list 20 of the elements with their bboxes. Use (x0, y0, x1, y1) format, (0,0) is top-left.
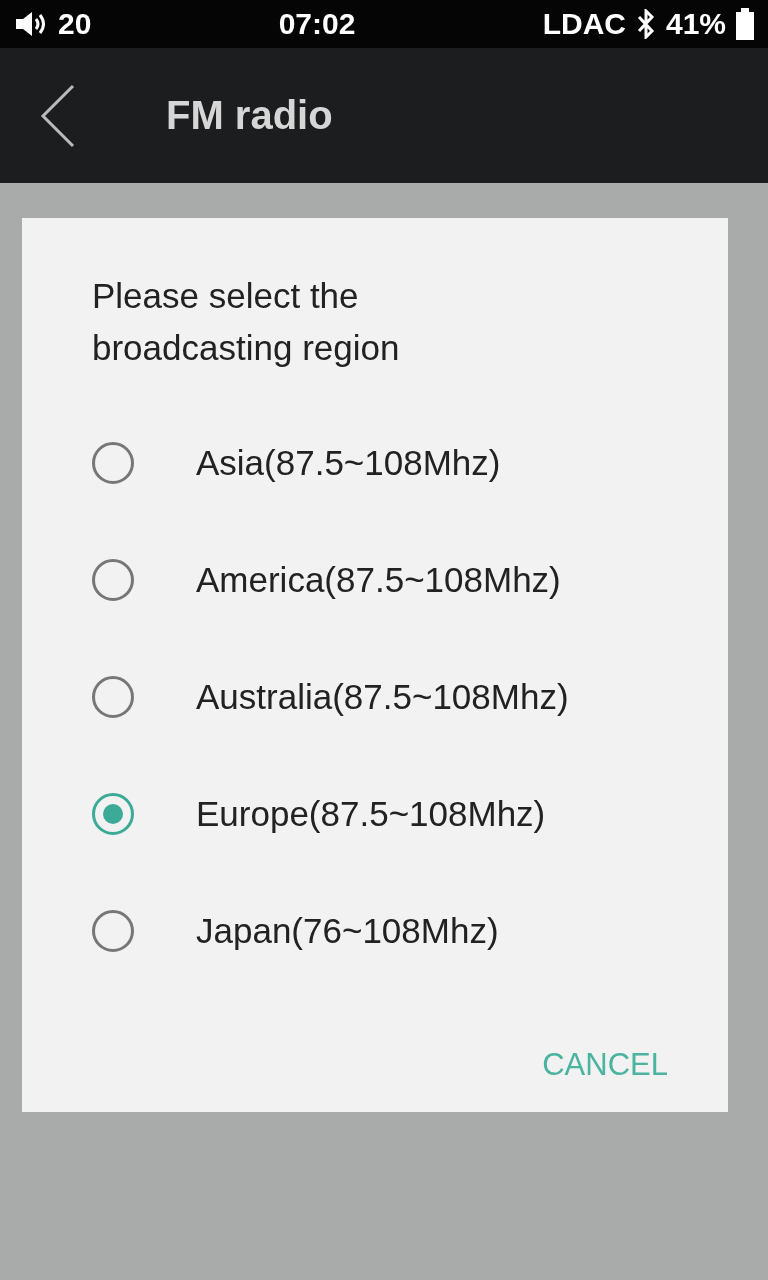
dialog-title: Please select the broadcasting region (92, 275, 401, 369)
battery-percent: 41% (665, 7, 726, 41)
region-option[interactable]: Europe(87.5~108Mhz) (196, 791, 658, 836)
radio-button[interactable] (92, 441, 134, 484)
region-option[interactable]: America(87.5~108Mhz) (196, 557, 658, 602)
app-title: FM radio (166, 93, 333, 138)
radio-button[interactable] (92, 558, 134, 601)
speaker-icon (14, 10, 48, 38)
region-option[interactable]: Australia(87.5~108Mhz) (196, 674, 658, 719)
radio-button[interactable] (92, 675, 134, 718)
clock: 07:02 (278, 7, 356, 41)
region-option[interactable]: Japan(76~108Mhz) (196, 908, 658, 953)
codec-label: LDAC (542, 7, 626, 41)
region-option[interactable]: Asia(87.5~108Mhz) (196, 440, 658, 485)
battery-icon (736, 8, 754, 40)
volume-level: 20 (58, 7, 92, 41)
radio-button[interactable] (92, 792, 134, 835)
bluetooth-icon (635, 9, 656, 39)
back-icon[interactable] (40, 83, 76, 148)
radio-button[interactable] (92, 909, 134, 952)
